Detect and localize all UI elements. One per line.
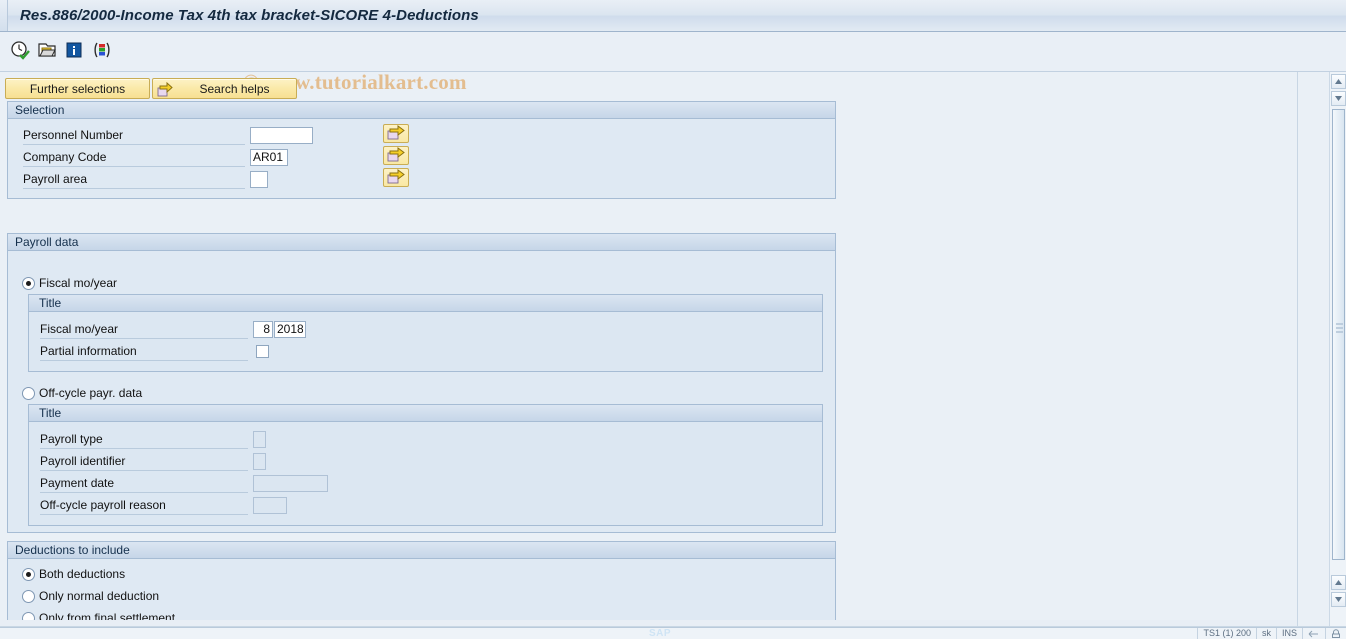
personnel-number-multiple-selection-button[interactable] <box>383 124 409 143</box>
scroll-down-icon-bottom[interactable] <box>1331 592 1346 607</box>
off-cycle-payroll-reason-input[interactable] <box>253 496 287 514</box>
color-bars-icon[interactable] <box>90 39 112 61</box>
search-helps-label: Search helps <box>199 81 270 96</box>
toolbar-icon-group <box>9 39 112 61</box>
radio-only-normal-deduction[interactable]: Only normal deduction <box>22 587 159 605</box>
radio-both-deductions[interactable]: Both deductions <box>22 565 125 583</box>
window-title-bar: Res.886/2000-Income Tax 4th tax bracket-… <box>0 0 1346 32</box>
scroll-up-icon-bottom[interactable] <box>1331 575 1346 590</box>
partial-information-checkbox[interactable] <box>256 344 269 358</box>
scroll-up-icon[interactable] <box>1331 74 1346 89</box>
company-code-input[interactable] <box>250 148 288 166</box>
radio-only-normal-deduction-label: Only normal deduction <box>39 589 160 603</box>
payroll-data-group: Payroll data Fiscal mo/year Title Fiscal… <box>7 233 836 533</box>
personnel-number-label: Personnel Number <box>23 125 245 145</box>
scrollbar-grip-icon <box>1336 323 1343 335</box>
sap-logo: SAP <box>649 628 672 639</box>
status-message-area <box>1187 628 1197 639</box>
payment-date-input[interactable] <box>253 474 328 492</box>
payroll-area-label: Payroll area <box>23 169 245 189</box>
status-lock-icon[interactable] <box>1325 628 1346 639</box>
selection-group-header: Selection <box>8 102 835 119</box>
payroll-type-label: Payroll type <box>40 429 248 449</box>
status-system-info[interactable]: TS1 (1) 200 <box>1197 628 1256 639</box>
field-row-payroll-area: Payroll area <box>23 169 268 189</box>
yellow-arrow-icon <box>157 81 173 97</box>
field-row-payroll-identifier: Payroll identifier <box>40 451 266 471</box>
scrollbar-thumb[interactable] <box>1332 109 1345 560</box>
status-session-info[interactable]: sk <box>1255 628 1276 639</box>
deductions-group: Deductions to include Both deductions On… <box>7 541 836 627</box>
multiple-selection-arrow-icon <box>387 168 405 187</box>
personnel-number-input[interactable] <box>250 126 313 144</box>
status-insert-mode[interactable]: INS <box>1275 628 1302 639</box>
radio-only-normal-deduction-indicator <box>22 589 35 603</box>
fiscal-year-input[interactable] <box>274 320 306 338</box>
field-row-partial-information: Partial information <box>40 341 269 361</box>
info-icon[interactable] <box>63 39 85 61</box>
radio-both-deductions-indicator <box>22 567 35 581</box>
radio-fiscal-indicator <box>22 276 35 290</box>
deductions-group-header: Deductions to include <box>8 542 835 559</box>
fiscal-subgroup-header: Title <box>29 295 822 312</box>
execute-clock-icon[interactable] <box>9 39 31 61</box>
sap-gui-window: Res.886/2000-Income Tax 4th tax bracket-… <box>0 0 1346 639</box>
company-code-multiple-selection-button[interactable] <box>383 146 409 165</box>
radio-fiscal-mo-year[interactable]: Fiscal mo/year <box>22 274 117 292</box>
field-row-payroll-type: Payroll type <box>40 429 266 449</box>
multiple-selection-arrow-icon <box>387 124 405 143</box>
payroll-identifier-label: Payroll identifier <box>40 451 248 471</box>
field-row-off-cycle-payroll-reason: Off-cycle payroll reason <box>40 495 287 515</box>
payment-date-label: Payment date <box>40 473 248 493</box>
radio-off-cycle-indicator <box>22 386 35 400</box>
page-title: Res.886/2000-Income Tax 4th tax bracket-… <box>20 7 479 24</box>
status-bar: TS1 (1) 200 sk INS <box>0 627 1346 639</box>
fiscal-month-input[interactable] <box>253 320 273 338</box>
deductions-group-body: Both deductions Only normal deduction On… <box>8 559 835 627</box>
vertical-scrollbar[interactable] <box>1329 72 1346 627</box>
search-helps-button[interactable]: Search helps <box>152 78 297 99</box>
payroll-identifier-input[interactable] <box>253 452 266 470</box>
field-row-company-code: Company Code <box>23 147 288 167</box>
panel-splitter <box>1297 72 1298 627</box>
fiscal-title-subgroup: Title Fiscal mo/year Partial information <box>28 294 823 372</box>
radio-off-cycle-payroll-data[interactable]: Off-cycle payr. data <box>22 384 142 402</box>
payroll-area-multiple-selection-button[interactable] <box>383 168 409 187</box>
status-resize-handle[interactable] <box>1302 628 1325 639</box>
field-row-payment-date: Payment date <box>40 473 328 493</box>
radio-off-cycle-label: Off-cycle payr. data <box>39 386 143 400</box>
fiscal-mo-year-label: Fiscal mo/year <box>40 319 248 339</box>
off-cycle-subgroup-header: Title <box>29 405 822 422</box>
application-toolbar: © www.tutorialkart.com <box>0 32 1346 94</box>
selection-group-body: Personnel Number Company Code AR01 Payro… <box>8 119 835 199</box>
radio-both-deductions-label: Both deductions <box>39 567 126 581</box>
scroll-down-icon[interactable] <box>1331 91 1346 106</box>
payroll-area-input[interactable] <box>250 170 268 188</box>
variant-folder-icon[interactable] <box>36 39 58 61</box>
field-row-personnel-number: Personnel Number <box>23 125 313 145</box>
company-code-label: Company Code <box>23 147 245 167</box>
payroll-type-input[interactable] <box>253 430 266 448</box>
payroll-data-group-body: Fiscal mo/year Title Fiscal mo/year Part… <box>8 251 835 533</box>
radio-fiscal-label: Fiscal mo/year <box>39 276 118 290</box>
title-bar-left-edge <box>0 0 8 31</box>
off-cycle-payroll-reason-label: Off-cycle payroll reason <box>40 495 248 515</box>
payroll-data-group-header: Payroll data <box>8 234 835 251</box>
selection-action-row: Further selections Search helps <box>0 76 1346 101</box>
further-selections-button[interactable]: Further selections <box>5 78 150 99</box>
off-cycle-title-subgroup: Title Payroll type Payroll identifier Pa… <box>28 404 823 526</box>
multiple-selection-arrow-icon <box>387 146 405 165</box>
selection-group: Selection Personnel Number Company Code <box>7 101 836 199</box>
partial-information-label: Partial information <box>40 341 248 361</box>
field-row-fiscal-mo-year: Fiscal mo/year <box>40 319 306 339</box>
